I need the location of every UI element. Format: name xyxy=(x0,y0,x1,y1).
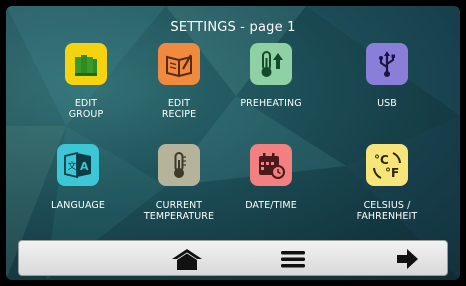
svg-text:A: A xyxy=(80,160,89,173)
home-button[interactable] xyxy=(167,245,207,273)
current-temperature-button[interactable] xyxy=(158,144,200,186)
date-time-button[interactable] xyxy=(250,144,292,186)
next-page-button[interactable] xyxy=(387,245,427,273)
usb-icon xyxy=(379,51,395,77)
menu-icon xyxy=(281,251,305,268)
tile-label-edit-group: EDIT GROUP xyxy=(68,98,104,120)
device-screen: SETTINGS - page 1 EDIT GROUP EDIT RECIPE… xyxy=(0,0,466,286)
tile-label-language: LANGUAGE xyxy=(51,200,105,211)
edit-group-button[interactable] xyxy=(65,43,107,85)
preheating-button[interactable] xyxy=(250,43,292,85)
menu-button[interactable] xyxy=(273,245,313,273)
tile-label-current-temperature: CURRENT TEMPERATURE xyxy=(143,200,215,222)
edit-recipe-button[interactable] xyxy=(158,43,200,85)
page-title: SETTINGS - page 1 xyxy=(170,20,296,35)
books-icon xyxy=(75,55,97,76)
arrow-right-icon xyxy=(397,249,418,269)
thermometer-icon xyxy=(174,152,186,178)
svg-text:文: 文 xyxy=(68,160,77,172)
recipe-book-icon xyxy=(166,54,192,78)
thermometer-up-icon xyxy=(261,51,283,77)
bottom-nav-bar xyxy=(18,240,448,276)
tile-label-usb: USB xyxy=(377,98,397,109)
celsius-fahrenheit-button[interactable]: °C °F xyxy=(366,144,408,186)
home-icon xyxy=(172,249,202,270)
tile-label-edit-recipe: EDIT RECIPE xyxy=(161,98,197,120)
svg-text:°F: °F xyxy=(385,166,399,180)
celsius-fahrenheit-icon: °C °F xyxy=(373,152,401,180)
language-icon: 文 A xyxy=(64,151,91,179)
tile-label-celsius-fahrenheit: CELSIUS / FAHRENHEIT xyxy=(356,200,418,222)
tile-label-date-time: DATE/TIME xyxy=(245,200,297,211)
usb-button[interactable] xyxy=(366,43,408,85)
calendar-clock-icon xyxy=(259,153,285,179)
tile-label-preheating: PREHEATING xyxy=(240,98,302,109)
language-button[interactable]: 文 A xyxy=(57,144,99,186)
settings-panel: SETTINGS - page 1 EDIT GROUP EDIT RECIPE… xyxy=(6,6,460,280)
svg-text:°C: °C xyxy=(374,153,389,167)
